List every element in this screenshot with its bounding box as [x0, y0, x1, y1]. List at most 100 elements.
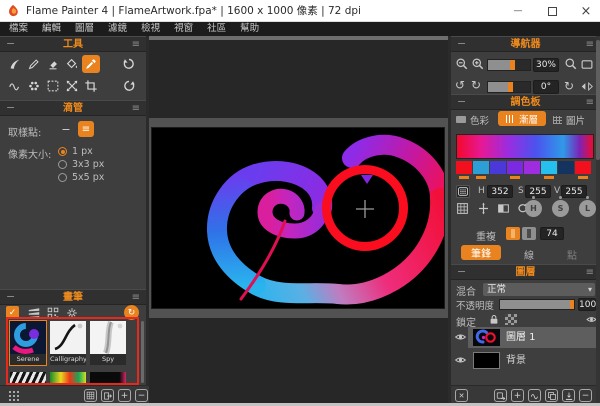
- layer-row-selected[interactable]: 圖層 1: [468, 327, 598, 348]
- zoom-slider[interactable]: [487, 59, 531, 71]
- tool-eyedropper[interactable]: [82, 55, 100, 73]
- radio-1px[interactable]: [58, 147, 67, 156]
- panel-scrollbar-track[interactable]: [596, 36, 600, 406]
- palette-grid-icon[interactable]: [456, 202, 469, 215]
- duplicate-layer-button[interactable]: [545, 389, 558, 402]
- tool-redo[interactable]: [120, 77, 138, 95]
- repeat-off-toggle[interactable]: [522, 227, 536, 240]
- tool-fill[interactable]: [63, 55, 81, 73]
- close-button[interactable]: ×: [571, 0, 600, 22]
- radio-3x3px[interactable]: [58, 160, 67, 169]
- merge-down-button[interactable]: [562, 389, 575, 402]
- tab-image[interactable]: 圖片: [553, 112, 585, 127]
- swatch[interactable]: [456, 161, 472, 174]
- swatch[interactable]: [490, 161, 506, 174]
- gradient-stop-marker[interactable]: [510, 176, 520, 179]
- mode-tab-dot[interactable]: 點: [567, 247, 577, 262]
- lightness-knob[interactable]: L: [579, 200, 596, 217]
- lock-transparency-icon[interactable]: [505, 314, 517, 325]
- rotation-slider[interactable]: [487, 81, 531, 93]
- mode-tab-line[interactable]: 線: [524, 247, 534, 262]
- swatch[interactable]: [558, 161, 574, 174]
- brush-preset-spy[interactable]: Spy: [90, 321, 126, 365]
- panel-menu-icon[interactable]: ≡: [132, 37, 140, 52]
- panel-menu-icon[interactable]: ≡: [132, 101, 140, 116]
- swatch[interactable]: [507, 161, 523, 174]
- blend-mode-dropdown[interactable]: 正常 ▾: [483, 283, 595, 296]
- tab-gradient[interactable]: 漸層: [498, 111, 546, 126]
- maximize-button[interactable]: [537, 0, 567, 22]
- clear-layer-button[interactable]: ✕: [455, 389, 468, 402]
- brush-enabled-checkbox[interactable]: ✓: [6, 306, 19, 319]
- preset-add-button[interactable]: +: [118, 389, 131, 402]
- rotate-ccw-icon[interactable]: ↺: [455, 78, 465, 92]
- panel-menu-icon[interactable]: ≡: [586, 37, 594, 52]
- gradient-stop-marker[interactable]: [459, 176, 469, 179]
- tool-undo[interactable]: [120, 55, 138, 73]
- zoom-out-icon[interactable]: [455, 57, 469, 71]
- menu-view[interactable]: 檢視: [134, 22, 167, 36]
- numpad-icon[interactable]: [456, 185, 470, 198]
- flip-horizontal-icon[interactable]: [580, 80, 594, 93]
- rotation-value[interactable]: 0°: [533, 80, 559, 94]
- menu-layer[interactable]: 圖層: [68, 22, 101, 36]
- brush-sparkle-icon[interactable]: [65, 306, 79, 320]
- menu-filter[interactable]: 濾鏡: [101, 22, 134, 36]
- mode-tab-stroke[interactable]: 筆鋒: [461, 245, 501, 260]
- swatch[interactable]: [473, 161, 489, 174]
- menu-community[interactable]: 社區: [200, 22, 233, 36]
- hue-value[interactable]: 352: [487, 185, 513, 198]
- brush-preset-calligraphy[interactable]: Calligraphy: [50, 321, 86, 365]
- tool-crop[interactable]: [82, 77, 100, 95]
- tab-color[interactable]: 色彩: [456, 112, 489, 127]
- menu-help[interactable]: 幫助: [233, 22, 266, 36]
- delete-layer-button[interactable]: −: [579, 389, 592, 402]
- sample-area-button[interactable]: ≡: [78, 121, 94, 137]
- tool-transform[interactable]: [63, 77, 81, 95]
- tool-blur[interactable]: [25, 77, 43, 95]
- contrast-icon[interactable]: [497, 202, 510, 215]
- brush-refresh-button[interactable]: ↻: [124, 305, 139, 320]
- panel-menu-icon[interactable]: ≡: [132, 290, 140, 305]
- panel-scrollbar-thumb[interactable]: [596, 40, 600, 160]
- brush-preset-serene[interactable]: Serene: [10, 321, 46, 365]
- preset-export-button[interactable]: [101, 389, 114, 402]
- tool-eraser[interactable]: [44, 55, 62, 73]
- tool-select[interactable]: [44, 77, 62, 95]
- minimize-button[interactable]: —: [503, 0, 533, 22]
- panel-menu-icon[interactable]: ≡: [586, 265, 594, 280]
- import-image-button[interactable]: [494, 389, 507, 402]
- lock-icon[interactable]: [488, 313, 500, 326]
- brush-preset-partial-1[interactable]: [10, 372, 46, 383]
- menu-edit[interactable]: 編輯: [35, 22, 68, 36]
- saturation-knob[interactable]: S: [552, 200, 569, 217]
- saturation-value[interactable]: 255: [525, 185, 551, 198]
- gradient-stop-marker[interactable]: [476, 176, 486, 179]
- layer-visibility-eye-icon[interactable]: [454, 354, 467, 366]
- left-splitter[interactable]: [146, 36, 149, 406]
- repeat-value[interactable]: 74: [540, 227, 564, 240]
- gradient-strip[interactable]: [456, 134, 594, 159]
- zoom-value[interactable]: 30%: [533, 58, 559, 72]
- rotate-cw-icon[interactable]: ↻: [471, 78, 481, 92]
- layer-visibility-eye-icon[interactable]: [454, 331, 467, 343]
- add-layer-button[interactable]: +: [511, 389, 524, 402]
- preset-remove-button[interactable]: −: [135, 389, 148, 402]
- zoom-in-icon[interactable]: [471, 57, 485, 71]
- canvas[interactable]: [152, 128, 444, 308]
- layer-row-background[interactable]: 背景: [468, 350, 598, 371]
- repeat-on-toggle[interactable]: [506, 227, 520, 240]
- tool-curve[interactable]: [6, 77, 24, 95]
- opacity-slider[interactable]: [499, 299, 575, 310]
- panel-menu-icon[interactable]: ≡: [586, 95, 594, 110]
- value-value[interactable]: 255: [561, 185, 587, 198]
- spread-icon[interactable]: [477, 202, 490, 215]
- zoom-fit-icon[interactable]: [564, 57, 578, 71]
- fit-screen-icon[interactable]: [580, 58, 594, 71]
- tool-pencil[interactable]: [25, 55, 43, 73]
- brush-preset-partial-3[interactable]: [90, 372, 126, 383]
- gradient-stop-marker[interactable]: [578, 176, 588, 179]
- vector-layer-button[interactable]: [528, 389, 541, 402]
- swatch[interactable]: [575, 161, 591, 174]
- radio-5x5px[interactable]: [58, 173, 67, 182]
